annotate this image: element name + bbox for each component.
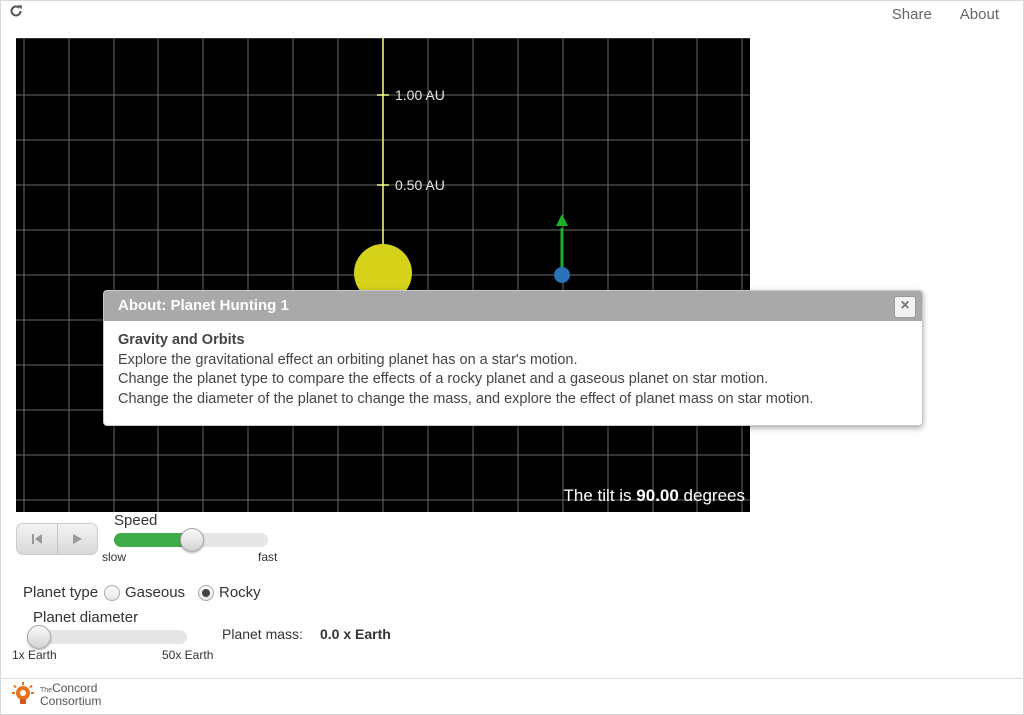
dialog-title: About: Planet Hunting 1 ×: [104, 291, 922, 321]
speed-max-label: fast: [258, 550, 278, 564]
share-link[interactable]: Share: [892, 6, 932, 23]
velocity-arrow-head: [556, 214, 568, 226]
dialog-heading: Gravity and Orbits: [118, 332, 245, 348]
speed-min-label: slow: [102, 550, 127, 564]
reload-icon[interactable]: [9, 4, 25, 20]
top-nav: Share About: [892, 6, 999, 23]
play-button[interactable]: [56, 524, 98, 554]
reset-button[interactable]: [17, 524, 57, 554]
skip-back-icon: [31, 534, 42, 544]
planet-mass-label: Planet mass:: [222, 626, 303, 642]
tilt-readout: The tilt is 90.00 degrees: [563, 486, 745, 505]
radio-rocky[interactable]: [198, 585, 214, 601]
diameter-slider-thumb[interactable]: [27, 625, 51, 649]
simulation-canvas[interactable]: 1.00 AU 0.50 AU The tilt is 90.00 degree…: [16, 38, 750, 512]
dialog-body: Gravity and Orbits Explore the gravitati…: [104, 321, 922, 419]
footer-divider: [0, 678, 1022, 679]
about-link[interactable]: About: [960, 6, 999, 23]
planet-diameter-label: Planet diameter: [33, 609, 139, 626]
planet-mass-value: 0.0 x Earth: [320, 626, 391, 642]
speed-slider-thumb[interactable]: [180, 528, 204, 552]
speed-slider[interactable]: [114, 528, 268, 552]
concord-logo[interactable]: TheConcord Consortium: [10, 682, 101, 708]
dialog-line: Explore the gravitational effect an orbi…: [118, 351, 578, 368]
close-icon[interactable]: ×: [894, 296, 916, 318]
scale-label-1au: 1.00 AU: [395, 87, 445, 103]
logo-text: TheConcord Consortium: [40, 681, 102, 708]
about-dialog: About: Planet Hunting 1 × Gravity and Or…: [103, 290, 923, 426]
planet-type-label: Planet type: [23, 584, 99, 601]
radio-gaseous[interactable]: [104, 585, 120, 601]
playback-controls: [16, 523, 98, 555]
dialog-line: Change the diameter of the planet to cha…: [118, 390, 814, 407]
radio-rocky-label[interactable]: Rocky: [219, 584, 261, 601]
diameter-min-label: 1x Earth: [12, 648, 57, 662]
scale-label-05au: 0.50 AU: [395, 177, 445, 193]
diameter-max-label: 50x Earth: [162, 648, 214, 662]
diameter-slider[interactable]: [27, 625, 187, 649]
simulation-graphics: 1.00 AU 0.50 AU: [16, 38, 750, 512]
lightbulb-logo-icon: [12, 682, 34, 704]
play-icon: [73, 534, 83, 544]
planet: [554, 267, 570, 283]
radio-gaseous-label[interactable]: Gaseous: [125, 584, 185, 601]
dialog-line: Change the planet type to compare the ef…: [118, 371, 769, 387]
speed-label: Speed: [114, 512, 158, 529]
tilt-value: 90.00: [636, 486, 679, 505]
